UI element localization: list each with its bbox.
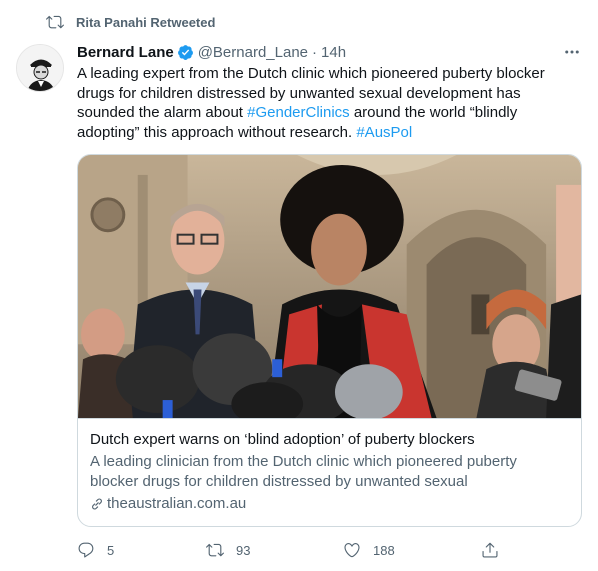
card-meta: Dutch expert warns on ‘blind adoption’ o… [78, 419, 581, 514]
card-domain: theaustralian.com.au [90, 494, 569, 514]
link-icon [92, 498, 102, 510]
card-title: Dutch expert warns on ‘blind adoption’ o… [90, 431, 475, 448]
retweet-icon [206, 543, 224, 557]
link-card[interactable]: Dutch expert warns on ‘blind adoption’ o… [77, 154, 582, 527]
more-icon [565, 50, 579, 54]
more-options-button[interactable] [560, 42, 584, 62]
separator-dot: · [312, 43, 318, 61]
author-name[interactable]: Bernard Lane [77, 44, 174, 61]
avatar-image [17, 45, 63, 91]
share-icon [482, 542, 498, 558]
like-button[interactable]: 188 [343, 538, 395, 562]
reply-count: 5 [107, 542, 115, 558]
reply-button[interactable]: 5 [77, 538, 114, 562]
card-description: A leading clinician from the Dutch clini… [90, 453, 517, 490]
hashtag-genderclinics[interactable]: #GenderClinics [247, 104, 350, 121]
tweet-header: Bernard Lane @Bernard_Lane · 14h [77, 42, 346, 62]
retweet-count: 93 [236, 542, 251, 558]
retweet-button[interactable]: 93 [206, 538, 250, 562]
avatar[interactable] [16, 44, 64, 92]
like-count: 188 [373, 542, 395, 558]
tweet-timestamp[interactable]: 14h [321, 44, 346, 61]
reply-icon [78, 542, 94, 558]
retweeted-by[interactable]: Rita Panahi Retweeted [46, 12, 215, 32]
heart-icon [344, 543, 360, 558]
tweet-text: A leading expert from the Dutch clinic w… [77, 64, 577, 142]
share-button[interactable] [481, 538, 511, 562]
verified-badge-icon [177, 44, 193, 60]
hashtag-auspol[interactable]: #AusPol [356, 124, 412, 141]
tweet-actions: 5 93 188 [77, 538, 507, 562]
retweeted-by-label: Rita Panahi Retweeted [76, 14, 216, 30]
card-image [78, 155, 581, 419]
retweet-icon [46, 15, 64, 29]
author-handle[interactable]: @Bernard_Lane [198, 44, 308, 61]
card-domain-text: theaustralian.com.au [107, 495, 247, 512]
